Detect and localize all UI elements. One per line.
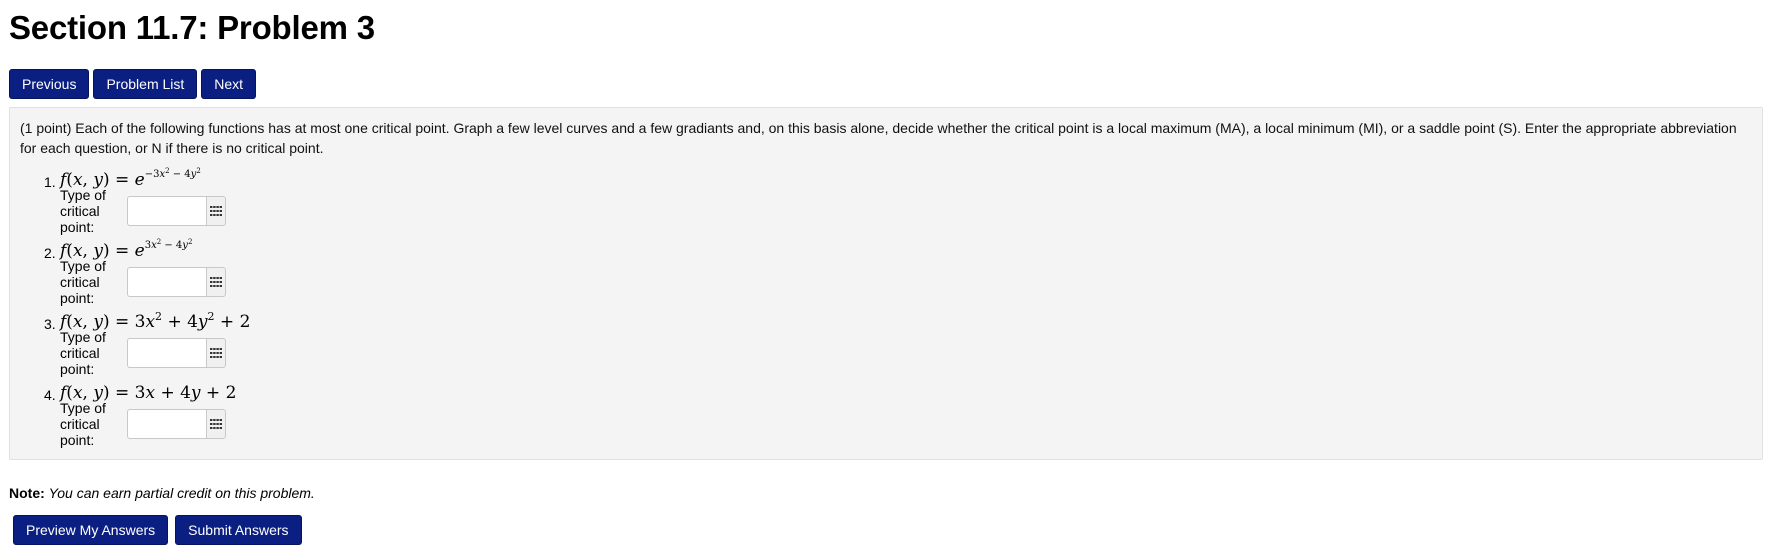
preview-answers-button[interactable]: Preview My Answers (13, 515, 169, 545)
answer-row: Type of critical point: (60, 258, 226, 306)
note-text: You can earn partial credit on this prob… (48, 485, 315, 501)
answer-actions: Preview My Answers Submit Answers (13, 515, 302, 545)
equation-editor-button[interactable] (206, 196, 226, 226)
problem-intro: (1 point) Each of the following function… (20, 120, 1737, 156)
answer-row: Type of critical point: (60, 400, 226, 448)
answer-input-4[interactable] (127, 409, 207, 439)
note-label: Note: (9, 485, 45, 501)
page-title: Section 11.7: Problem 3 (9, 9, 375, 46)
question-number: 1. (44, 174, 56, 190)
grid-icon (210, 206, 223, 216)
grid-icon (210, 277, 223, 287)
previous-button[interactable]: Previous (9, 69, 90, 99)
equation-editor-button[interactable] (206, 267, 226, 297)
submit-answers-button[interactable]: Submit Answers (175, 515, 302, 545)
answer-input-1[interactable] (127, 196, 207, 226)
question-number: 3. (44, 316, 56, 332)
next-button[interactable]: Next (201, 69, 257, 99)
answer-input-3[interactable] (127, 338, 207, 368)
question-number: 2. (44, 245, 56, 261)
equation-editor-button[interactable] (206, 338, 226, 368)
answer-row: Type of critical point: (60, 329, 226, 377)
answer-input-2[interactable] (127, 267, 207, 297)
problem-container: (1 point) Each of the following function… (9, 107, 1763, 460)
answer-row: Type of critical point: (60, 187, 226, 235)
grid-icon (210, 419, 223, 429)
equation-editor-button[interactable] (206, 409, 226, 439)
question-number: 4. (44, 387, 56, 403)
answer-label: Type of critical point: (60, 187, 106, 235)
answer-label: Type of critical point: (60, 258, 106, 306)
grid-icon (210, 348, 223, 358)
problem-navigation: Previous Problem List Next (9, 69, 257, 99)
problem-list-button[interactable]: Problem List (93, 69, 198, 99)
partial-credit-note: Note: You can earn partial credit on thi… (9, 483, 315, 503)
answer-label: Type of critical point: (60, 400, 106, 448)
answer-label: Type of critical point: (60, 329, 106, 377)
